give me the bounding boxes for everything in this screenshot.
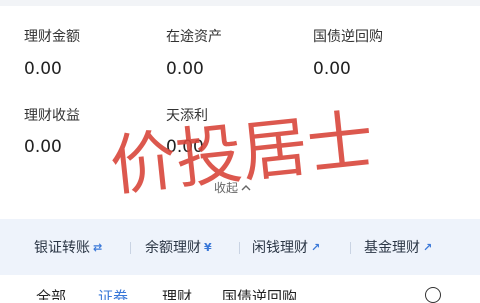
collapse-label: 收起 [214,181,239,195]
stat-value-in-transit-assets: 0.00 [166,59,204,79]
action-bank-securities-transfer[interactable]: 银证转账 ⇄ [34,237,102,257]
action-idle-cash-wealth[interactable]: 闲钱理财 ↗ [252,237,320,257]
trend-icon: ↗ [311,240,321,254]
stat-value-treasury-reverse-repo: 0.00 [313,59,351,79]
top-strip [0,0,480,6]
transfer-icon: ⇄ [93,240,103,254]
stat-label-tiantianli: 天添利 [166,108,208,124]
trend-up-icon: ↗ [423,240,433,254]
action-balance-wealth[interactable]: 余额理财 ¥ [145,237,212,257]
tab-wealth[interactable]: 理财 [162,286,192,300]
tab-treasury-reverse-repo[interactable]: 国债逆回购 [222,286,297,300]
asset-tabs: 全部 证券 理财 国债逆回购 [0,280,480,300]
eye-icon[interactable] [425,287,441,303]
action-label: 银证转账 [34,240,90,256]
divider [239,242,240,254]
yen-icon: ¥ [204,240,212,254]
divider [130,242,131,254]
stat-value-tiantianli: 0.00 [166,137,204,157]
divider [350,242,351,254]
collapse-button[interactable]: 收起 [214,179,251,196]
stat-label-wealth-amount: 理财金额 [24,29,80,45]
stat-value-wealth-income: 0.00 [24,137,62,157]
action-label: 余额理财 [145,240,201,256]
chevron-up-icon [241,184,251,190]
action-label: 基金理财 [364,240,420,256]
stat-value-wealth-amount: 0.00 [24,59,62,79]
action-fund-wealth[interactable]: 基金理财 ↗ [364,237,432,257]
stat-label-wealth-income: 理财收益 [24,108,80,124]
tab-securities[interactable]: 证券 [98,286,128,300]
stat-label-in-transit-assets: 在途资产 [166,29,222,45]
tab-all[interactable]: 全部 [36,286,66,300]
action-label: 闲钱理财 [252,240,308,256]
watermark-stamp: 价投居士 [106,101,377,205]
quick-action-bar: 银证转账 ⇄ 余额理财 ¥ 闲钱理财 ↗ 基金理财 ↗ [0,219,480,275]
stat-label-treasury-reverse-repo: 国债逆回购 [313,29,383,45]
